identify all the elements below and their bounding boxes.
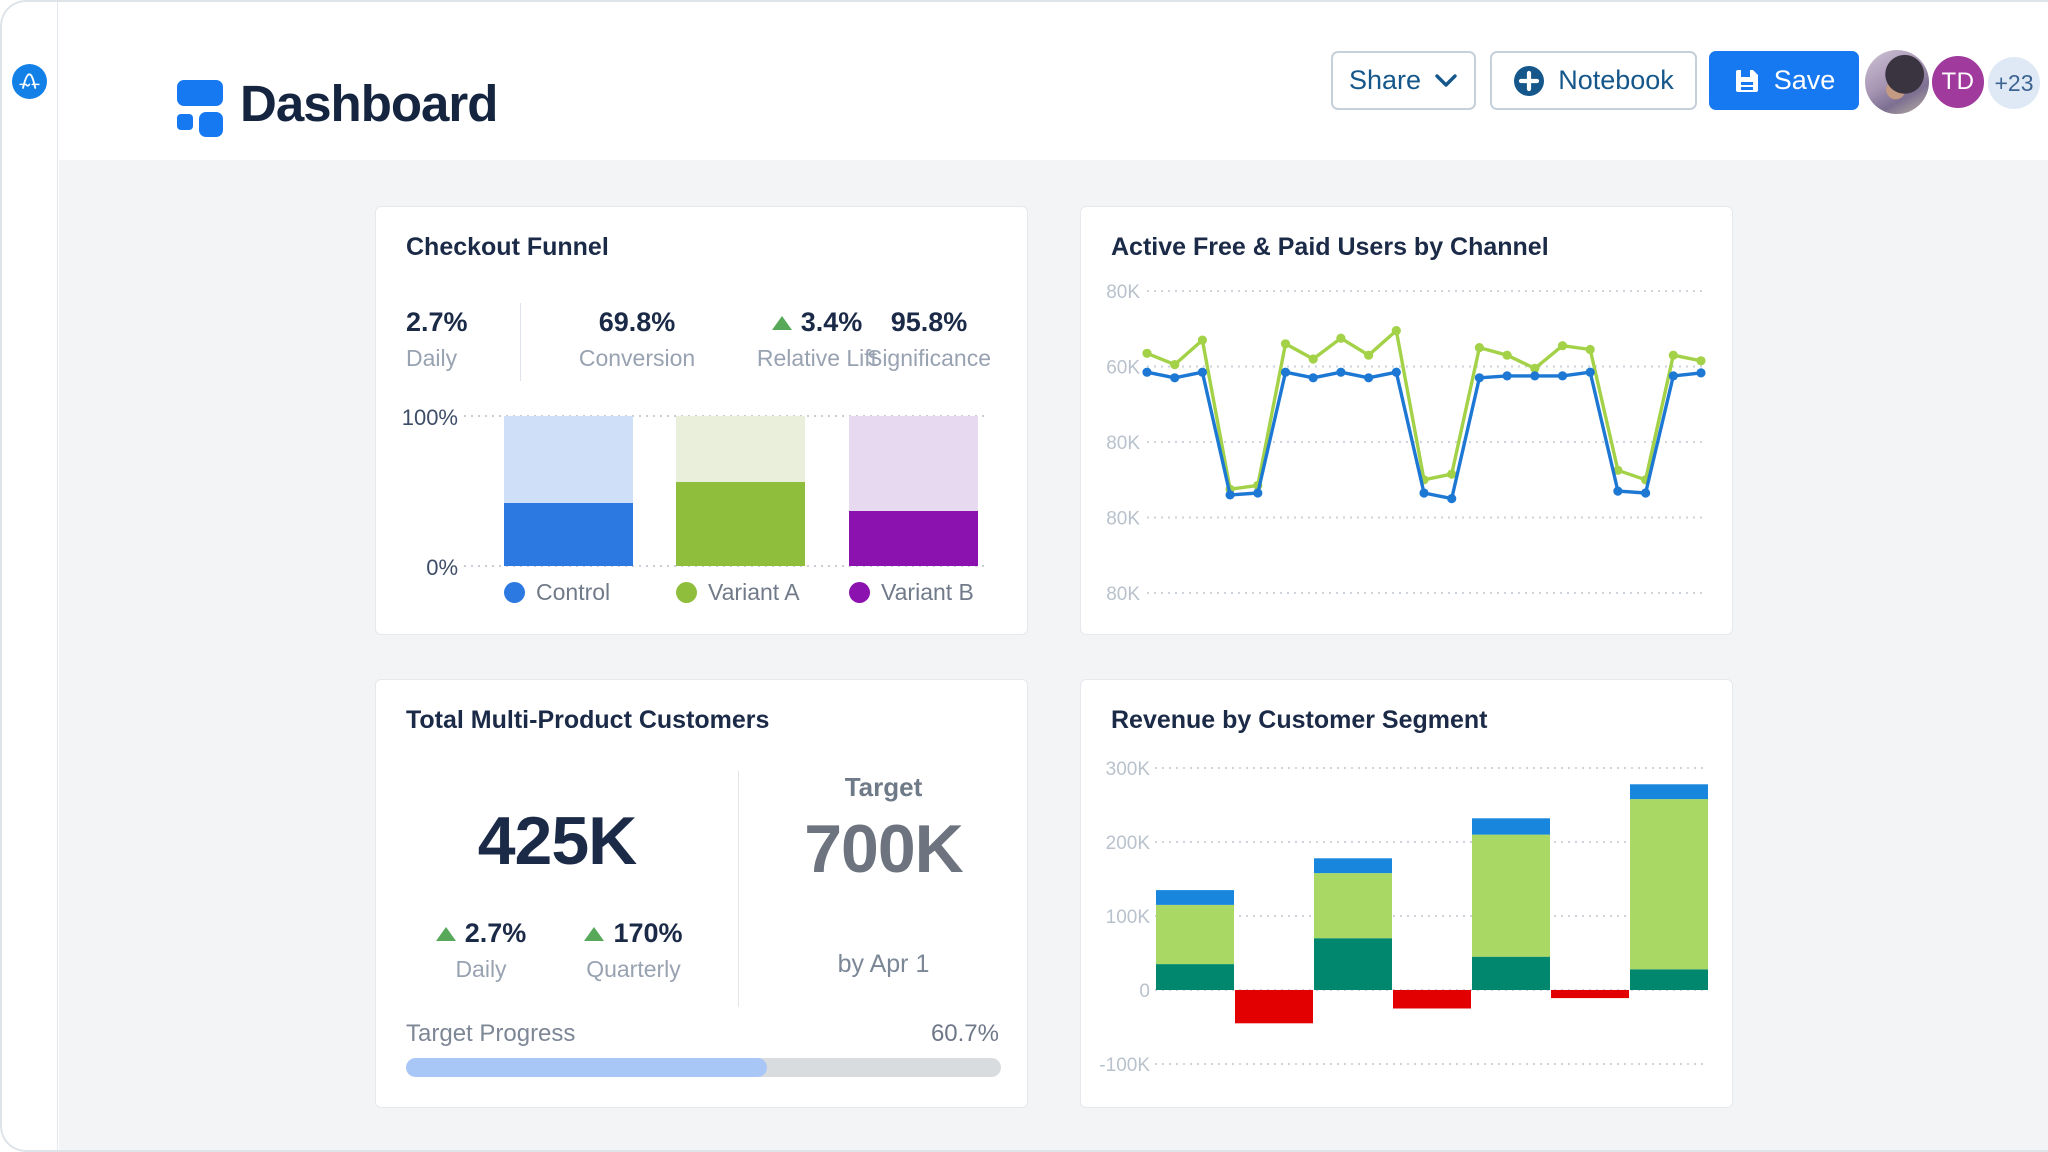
amplitude-glyph-icon	[18, 70, 41, 93]
notebook-button[interactable]: Notebook	[1490, 51, 1697, 110]
avatar-initials[interactable]: TD	[1930, 54, 1986, 110]
svg-text:80K: 80K	[1106, 282, 1140, 303]
legend-dot-icon	[849, 582, 870, 603]
funnel-bar-variant-a[interactable]	[676, 416, 805, 566]
grid-icon-bar	[177, 80, 223, 106]
legend-item[interactable]: Variant A	[676, 579, 800, 606]
svg-text:-100K: -100K	[1099, 1055, 1150, 1076]
save-button-label: Save	[1774, 65, 1836, 96]
card-multi-product-customers: Total Multi-Product Customers 425K Targe…	[375, 679, 1028, 1108]
legend-label: Variant B	[881, 579, 974, 606]
legend-item[interactable]: Variant B	[849, 579, 974, 606]
stat-quarterly: 170% Quarterly	[556, 918, 711, 983]
grid-icon-square-small	[177, 114, 193, 130]
save-disk-icon	[1733, 67, 1761, 95]
avatar-overflow-count[interactable]: +23	[1988, 57, 2040, 109]
avatar-photo[interactable]	[1865, 50, 1929, 114]
svg-text:80K: 80K	[1106, 433, 1140, 454]
svg-text:300K: 300K	[1106, 759, 1151, 780]
plus-circle-icon	[1513, 65, 1545, 97]
bar-fill	[849, 511, 978, 567]
stat-conversion: 69.8% Conversion	[557, 307, 717, 372]
progress-track	[406, 1058, 1001, 1077]
stacked-bar-chart: 300K 200K 100K 0 -100K	[1081, 680, 1734, 1109]
trend-up-icon	[436, 927, 456, 941]
target-due: by Apr 1	[738, 950, 1029, 979]
svg-text:200K: 200K	[1106, 833, 1151, 854]
page-title: Dashboard	[240, 74, 497, 133]
y-axis-label-top: 100%	[396, 405, 458, 431]
trend-up-icon	[584, 927, 604, 941]
dashboard-grid-icon	[177, 80, 223, 138]
target-value: 700K	[738, 810, 1029, 888]
kpi-value: 425K	[376, 802, 738, 880]
stat-daily: 2.7% Daily	[406, 918, 556, 983]
legend-label: Control	[536, 579, 610, 606]
bar-fill	[504, 503, 633, 566]
svg-text:100K: 100K	[1106, 907, 1151, 928]
header: Dashboard Share Notebook Save TD +23	[59, 0, 2048, 160]
stat-divider	[520, 303, 521, 381]
grid-icon-square-large	[199, 112, 223, 137]
card-active-users: Active Free & Paid Users by Channel 80K6…	[1080, 206, 1733, 635]
bar-fill	[676, 482, 805, 566]
notebook-button-label: Notebook	[1558, 65, 1674, 96]
target-label: Target	[738, 772, 1029, 803]
left-rail	[0, 0, 58, 1152]
funnel-bar-variant-b[interactable]	[849, 416, 978, 566]
legend-dot-icon	[676, 582, 697, 603]
line-chart: 80K 60K 80K 80K 80K	[1081, 207, 1734, 636]
svg-text:0: 0	[1139, 981, 1150, 1002]
svg-text:80K: 80K	[1106, 509, 1140, 530]
legend-dot-icon	[504, 582, 525, 603]
funnel-bar-control[interactable]	[504, 416, 633, 566]
y-axis-label-bottom: 0%	[396, 555, 458, 581]
stat-daily: 2.7% Daily	[406, 307, 516, 372]
progress-value: 60.7%	[931, 1020, 999, 1048]
legend-item[interactable]: Control	[504, 579, 610, 606]
share-button[interactable]: Share	[1331, 51, 1476, 110]
card-title: Total Multi-Product Customers	[406, 706, 769, 735]
amplitude-logo-icon[interactable]	[12, 64, 47, 99]
stat-significance: 95.8% Significance	[844, 307, 1014, 372]
card-checkout-funnel: Checkout Funnel 2.7% Daily 69.8% Convers…	[375, 206, 1028, 635]
save-button[interactable]: Save	[1709, 51, 1859, 110]
progress-label: Target Progress	[406, 1020, 575, 1048]
share-button-label: Share	[1349, 65, 1421, 96]
trend-up-icon	[772, 316, 792, 330]
svg-text:60K: 60K	[1106, 358, 1140, 379]
progress-fill	[406, 1058, 767, 1077]
svg-text:80K: 80K	[1106, 584, 1140, 605]
dashboard-canvas: Checkout Funnel 2.7% Daily 69.8% Convers…	[59, 160, 2048, 1152]
legend-label: Variant A	[708, 579, 800, 606]
card-title: Checkout Funnel	[406, 233, 609, 262]
chevron-down-icon	[1434, 73, 1458, 89]
card-revenue-by-segment: Revenue by Customer Segment 300K200K100K…	[1080, 679, 1733, 1108]
